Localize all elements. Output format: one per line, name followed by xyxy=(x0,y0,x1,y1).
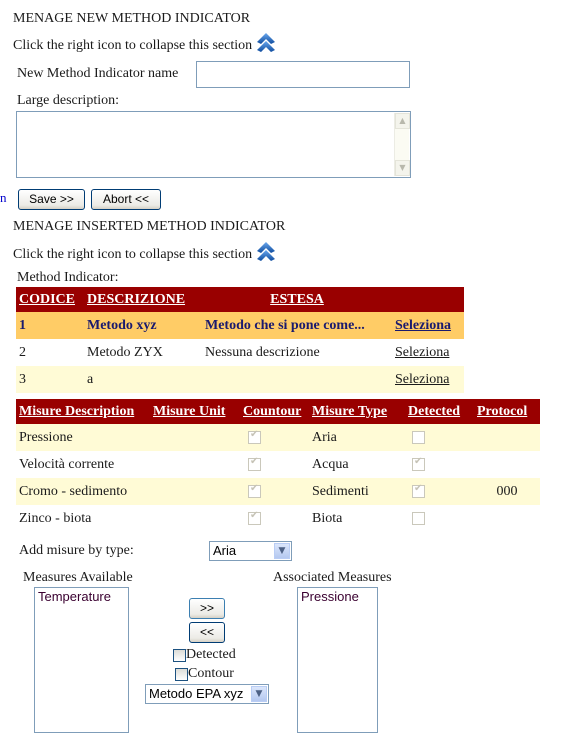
contour-checkbox[interactable] xyxy=(248,483,261,498)
cell-estesa xyxy=(202,366,392,393)
cell-protocol xyxy=(474,451,540,478)
cell-codice: 3 xyxy=(16,366,84,393)
save-button[interactable]: Save >> xyxy=(18,189,85,210)
collapse-hint: Click the right icon to collapse this se… xyxy=(13,247,253,262)
associated-measures-list[interactable]: Pressione xyxy=(297,587,378,733)
cell-type: Sedimenti xyxy=(309,478,405,505)
detected-label: Detected xyxy=(186,647,236,662)
cell-estesa: Nessuna descrizione xyxy=(202,339,392,366)
collapse-hint: Click the right icon to collapse this se… xyxy=(13,38,253,53)
cell-unit xyxy=(150,451,240,478)
measures-row: Cromo - sedimento Sedimenti 000 xyxy=(16,478,540,505)
name-label: New Method Indicator name xyxy=(17,66,179,81)
available-measures-list[interactable]: Temperature xyxy=(34,587,129,733)
col-detected[interactable]: Detected xyxy=(405,399,474,424)
double-chevron-up-icon[interactable] xyxy=(255,31,277,53)
measures-table: Misure Description Misure Unit Countour … xyxy=(16,399,540,532)
methods-header-row: CODICE DESCRIZIONE ESTESA xyxy=(16,287,464,312)
detected-option: Detected xyxy=(173,647,236,663)
cell-type: Acqua xyxy=(309,451,405,478)
description-textarea[interactable]: ▲ ▼ xyxy=(16,111,411,178)
cell-description: Cromo - sedimento xyxy=(16,478,150,505)
chevron-down-icon[interactable]: ▼ xyxy=(251,686,267,702)
measures-row: Velocità corrente Acqua xyxy=(16,451,540,478)
cell-codice: 2 xyxy=(16,339,84,366)
cell-unit xyxy=(150,505,240,532)
list-item[interactable]: Temperature xyxy=(38,589,125,604)
double-chevron-up-icon[interactable] xyxy=(255,240,277,262)
description-label: Large description: xyxy=(17,93,119,108)
contour-label: Contour xyxy=(188,666,234,681)
new-section-title: MENAGE NEW METHOD INDICATOR xyxy=(13,11,251,26)
type-select-value: Aria xyxy=(213,543,237,558)
textarea-scrollbar[interactable]: ▲ ▼ xyxy=(394,113,410,176)
col-protocol[interactable]: Protocol xyxy=(474,399,540,424)
contour-checkbox[interactable] xyxy=(248,510,261,525)
methods-row: 3 a Seleziona xyxy=(16,366,464,393)
col-action xyxy=(392,287,464,312)
method-name-input[interactable] xyxy=(196,61,410,88)
available-label: Measures Available xyxy=(23,570,133,585)
seleziona-link[interactable]: Seleziona xyxy=(395,372,449,387)
col-codice[interactable]: CODICE xyxy=(16,287,84,312)
col-misure-type[interactable]: Misure Type xyxy=(309,399,405,424)
new-section-collapse-line: Click the right icon to collapse this se… xyxy=(13,33,277,54)
col-countour[interactable]: Countour xyxy=(240,399,309,424)
list-item[interactable]: Pressione xyxy=(301,589,374,604)
col-descrizione[interactable]: DESCRIZIONE xyxy=(84,287,202,312)
cell-estesa: Metodo che si pone come... xyxy=(202,312,392,339)
cell-descrizione: Metodo xyz xyxy=(84,312,202,339)
measures-row: Pressione Aria xyxy=(16,424,540,451)
cell-descrizione: Metodo ZYX xyxy=(84,339,202,366)
detected-checkbox[interactable] xyxy=(412,483,425,498)
inserted-section-title: MENAGE INSERTED METHOD INDICATOR xyxy=(13,219,286,234)
abort-button[interactable]: Abort << xyxy=(91,189,161,210)
chevron-down-icon[interactable]: ▼ xyxy=(274,543,290,559)
type-select[interactable]: Aria ▼ xyxy=(209,541,292,561)
measures-header-row: Misure Description Misure Unit Countour … xyxy=(16,399,540,424)
cell-description: Zinco - biota xyxy=(16,505,150,532)
cell-type: Aria xyxy=(309,424,405,451)
methods-row: 2 Metodo ZYX Nessuna descrizione Selezio… xyxy=(16,339,464,366)
seleziona-link[interactable]: Seleziona xyxy=(395,318,451,333)
associated-label: Associated Measures xyxy=(273,570,392,585)
cell-protocol xyxy=(474,424,540,451)
contour-checkbox[interactable] xyxy=(248,456,261,471)
scroll-up-icon[interactable]: ▲ xyxy=(395,113,410,129)
detected-checkbox[interactable] xyxy=(412,430,425,444)
detected-checkbox[interactable] xyxy=(412,511,425,525)
col-misure-unit[interactable]: Misure Unit xyxy=(150,399,240,424)
cell-descrizione: a xyxy=(84,366,202,393)
col-misure-description[interactable]: Misure Description xyxy=(16,399,150,424)
add-measure-button[interactable]: >> xyxy=(189,598,225,619)
detected-checkbox[interactable] xyxy=(173,648,186,662)
methods-row: 1 Metodo xyz Metodo che si pone come... … xyxy=(16,312,464,339)
remove-measure-button[interactable]: << xyxy=(189,622,225,643)
protocol-select[interactable]: Metodo EPA xyz ▼ xyxy=(145,684,269,704)
method-indicator-label: Method Indicator: xyxy=(17,270,119,285)
contour-option: Contour xyxy=(175,666,234,682)
cell-unit xyxy=(150,424,240,451)
col-estesa[interactable]: ESTESA xyxy=(202,287,392,312)
contour-checkbox[interactable] xyxy=(248,429,261,444)
add-by-type-label: Add misure by type: xyxy=(19,543,134,558)
cell-description: Velocità corrente xyxy=(16,451,150,478)
detected-checkbox[interactable] xyxy=(412,456,425,471)
cell-protocol xyxy=(474,505,540,532)
cell-protocol: 000 xyxy=(474,478,540,505)
protocol-select-value: Metodo EPA xyz xyxy=(149,686,244,701)
cell-description: Pressione xyxy=(16,424,150,451)
stray-link-text[interactable]: n xyxy=(0,190,7,206)
measures-row: Zinco - biota Biota xyxy=(16,505,540,532)
seleziona-link[interactable]: Seleziona xyxy=(395,345,449,360)
cell-type: Biota xyxy=(309,505,405,532)
cell-codice: 1 xyxy=(16,312,84,339)
inserted-section-collapse-line: Click the right icon to collapse this se… xyxy=(13,242,277,263)
cell-unit xyxy=(150,478,240,505)
methods-table: CODICE DESCRIZIONE ESTESA 1 Metodo xyz M… xyxy=(16,287,464,393)
scroll-down-icon[interactable]: ▼ xyxy=(395,160,410,176)
contour-checkbox[interactable] xyxy=(175,667,188,681)
